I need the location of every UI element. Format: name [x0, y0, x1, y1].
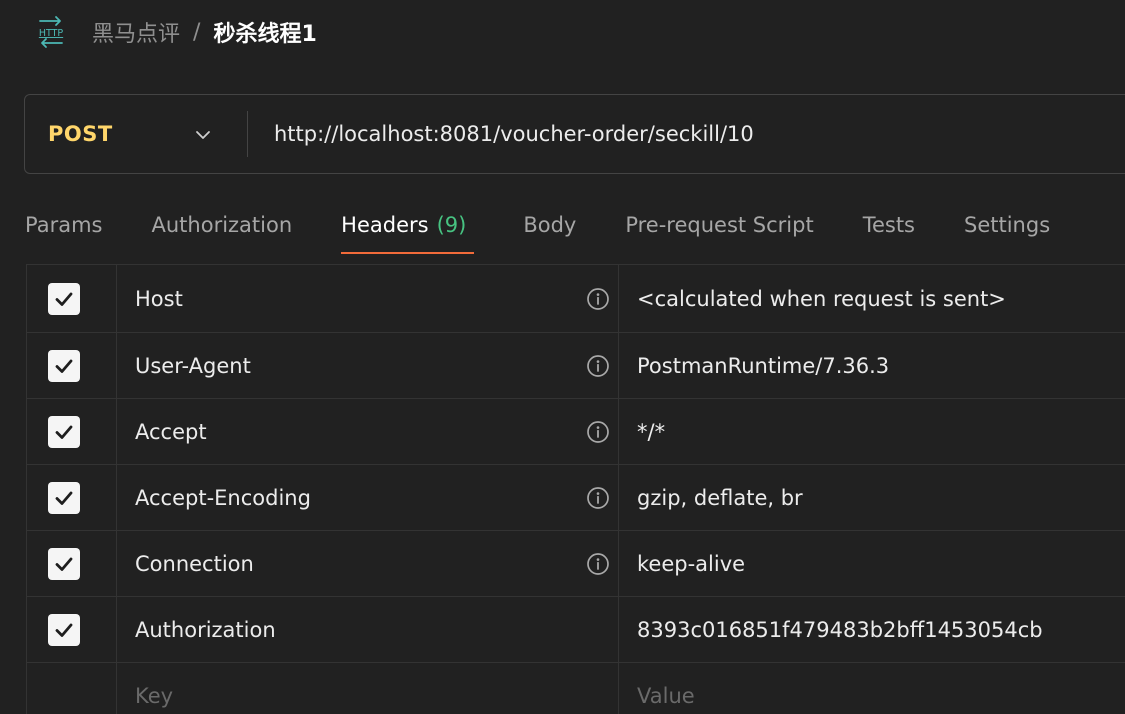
tab-tests[interactable]: Tests	[863, 196, 915, 254]
header-key: Connection	[135, 551, 254, 576]
chevron-down-icon	[193, 125, 213, 145]
new-key-input[interactable]	[135, 683, 618, 708]
method-label: POST	[48, 122, 113, 146]
value-cell[interactable]: PostmanRuntime/7.36.3	[619, 333, 1125, 398]
value-cell[interactable]: */*	[619, 399, 1125, 464]
checkbox-cell	[27, 465, 117, 530]
checkmark-icon	[55, 491, 72, 505]
row-checkbox[interactable]	[47, 415, 80, 448]
breadcrumb: HTTP 黑马点评 / 秒杀线程1	[34, 10, 317, 54]
checkbox-cell	[27, 399, 117, 464]
key-cell	[117, 663, 619, 714]
url-input[interactable]	[248, 95, 1125, 173]
tab-label: Tests	[862, 213, 915, 237]
info-icon[interactable]	[586, 287, 610, 311]
checkmark-icon	[55, 359, 72, 373]
header-key: Accept-Encoding	[135, 485, 311, 510]
header-key: Host	[135, 286, 183, 311]
table-row: Accept-Encoding gzip, deflate, br	[27, 465, 1125, 531]
key-cell[interactable]: Accept-Encoding	[117, 465, 619, 530]
checkmark-icon	[55, 292, 72, 306]
url-bar: POST	[24, 94, 1125, 174]
value-cell	[619, 663, 1125, 714]
tab-label: Authorization	[151, 213, 293, 237]
header-value: keep-alive	[637, 551, 746, 576]
checkbox-cell	[27, 333, 117, 398]
tab-body[interactable]: Body	[523, 196, 576, 254]
table-row: Host <calculated when request is sent>	[27, 265, 1125, 333]
method-dropdown[interactable]: POST	[25, 95, 247, 173]
svg-text:HTTP: HTTP	[39, 28, 64, 39]
info-icon[interactable]	[586, 486, 610, 510]
tab-pre-request-script[interactable]: Pre-request Script	[625, 196, 813, 254]
row-checkbox[interactable]	[47, 481, 80, 514]
tab-label: Params	[25, 213, 103, 237]
info-icon[interactable]	[586, 552, 610, 576]
key-cell[interactable]: Host	[117, 265, 619, 332]
header-value: <calculated when request is sent>	[637, 286, 1006, 311]
breadcrumb-separator: /	[193, 19, 201, 45]
tab-settings[interactable]: Settings	[964, 196, 1050, 254]
info-icon[interactable]	[586, 420, 610, 444]
new-value-input[interactable]	[637, 683, 1125, 708]
tab-authorization[interactable]: Authorization	[152, 196, 293, 254]
header-value: PostmanRuntime/7.36.3	[637, 353, 890, 378]
tab-headers[interactable]: Headers (9)	[341, 196, 475, 254]
header-key: Accept	[135, 419, 207, 444]
table-row: User-Agent PostmanRuntime/7.36.3	[27, 333, 1125, 399]
row-checkbox[interactable]	[47, 349, 80, 382]
key-cell[interactable]: Accept	[117, 399, 619, 464]
checkbox-cell	[27, 597, 117, 662]
headers-table: Host <calculated when request is sent> U…	[26, 264, 1125, 714]
checkmark-icon	[55, 623, 72, 637]
info-icon[interactable]	[586, 354, 610, 378]
tab-label: Body	[523, 213, 577, 237]
header-value: 8393c016851f479483b2bff1453054cb	[637, 617, 1043, 642]
tab-params[interactable]: Params	[25, 196, 103, 254]
table-row: Connection keep-alive	[27, 531, 1125, 597]
key-cell[interactable]: User-Agent	[117, 333, 619, 398]
checkmark-icon	[55, 425, 72, 439]
tab-label: Pre-request Script	[625, 213, 814, 237]
checkmark-icon	[55, 557, 72, 571]
breadcrumb-collection[interactable]: 黑马点评	[92, 16, 180, 48]
headers-count-badge: (9)	[436, 213, 467, 237]
tab-label: Headers	[341, 213, 429, 237]
value-cell[interactable]: 8393c016851f479483b2bff1453054cb	[619, 597, 1125, 662]
checkbox-cell	[27, 531, 117, 596]
key-cell[interactable]: Authorization	[117, 597, 619, 662]
value-cell[interactable]: keep-alive	[619, 531, 1125, 596]
table-row-new	[27, 663, 1125, 714]
value-cell[interactable]: gzip, deflate, br	[619, 465, 1125, 530]
row-checkbox[interactable]	[47, 282, 80, 315]
http-request-icon: HTTP	[34, 14, 68, 50]
header-value: gzip, deflate, br	[637, 485, 803, 510]
key-cell[interactable]: Connection	[117, 531, 619, 596]
row-checkbox[interactable]	[47, 613, 80, 646]
checkbox-cell	[27, 663, 117, 714]
header-value: */*	[637, 419, 666, 444]
header-key: User-Agent	[135, 353, 251, 378]
request-title[interactable]: 秒杀线程1	[213, 16, 316, 48]
header-key: Authorization	[135, 617, 276, 642]
tab-label: Settings	[964, 213, 1051, 237]
table-row: Authorization 8393c016851f479483b2bff145…	[27, 597, 1125, 663]
request-tabs: Params Authorization Headers (9) Body Pr…	[25, 196, 1050, 256]
value-cell[interactable]: <calculated when request is sent>	[619, 265, 1125, 332]
table-row: Accept */*	[27, 399, 1125, 465]
checkbox-cell	[27, 265, 117, 332]
request-editor: HTTP 黑马点评 / 秒杀线程1 POST Params Authorizat…	[0, 0, 1125, 714]
row-checkbox[interactable]	[47, 547, 80, 580]
